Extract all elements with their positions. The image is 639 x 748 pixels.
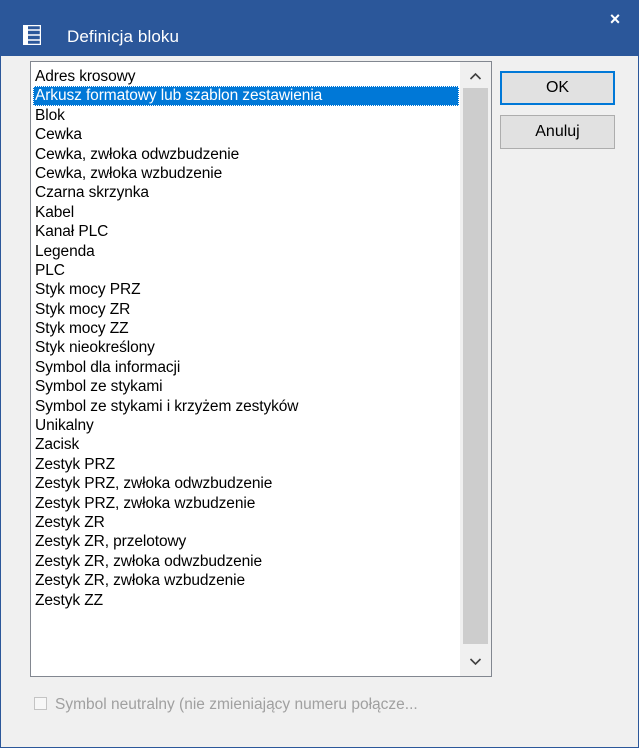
neutral-symbol-checkbox	[34, 697, 47, 710]
list-item[interactable]: Zestyk ZR, przelotowy	[33, 532, 459, 551]
list-item[interactable]: Legenda	[33, 242, 459, 261]
block-type-list: Adres krosowy Arkusz formatowy lub szablo…	[33, 67, 459, 610]
list-item[interactable]: Zacisk	[33, 435, 459, 454]
window-title: Definicja bloku	[67, 27, 180, 46]
list-item[interactable]: Zestyk PRZ, zwłoka odwzbudzenie	[33, 474, 459, 493]
neutral-symbol-label: Symbol neutralny (nie zmieniający numeru…	[55, 696, 418, 713]
scroll-down-button[interactable]	[460, 650, 491, 674]
vertical-scrollbar[interactable]	[460, 62, 491, 676]
list-item[interactable]: Cewka	[33, 125, 459, 144]
list-item[interactable]: Blok	[33, 106, 459, 125]
list-item[interactable]: Cewka, zwłoka odwzbudzenie	[33, 145, 459, 164]
list-item[interactable]: Adres krosowy	[33, 67, 459, 86]
list-item[interactable]: Zestyk ZR	[33, 513, 459, 532]
list-item[interactable]: Styk mocy ZR	[33, 300, 459, 319]
close-icon: ×	[609, 9, 621, 29]
list-item[interactable]: Kabel	[33, 203, 459, 222]
block-definition-icon	[23, 25, 41, 45]
list-item[interactable]: Kanał PLC	[33, 222, 459, 241]
cancel-button[interactable]: Anuluj	[500, 115, 615, 149]
list-item[interactable]: Zestyk ZR, zwłoka wzbudzenie	[33, 571, 459, 590]
list-item[interactable]: Czarna skrzynka	[33, 183, 459, 202]
scroll-up-button[interactable]	[460, 64, 491, 88]
list-item[interactable]: Styk nieokreślony	[33, 338, 459, 357]
chevron-up-icon	[469, 72, 482, 80]
block-type-listbox[interactable]: Adres krosowy Arkusz formatowy lub szablo…	[30, 61, 492, 677]
list-item[interactable]: Styk mocy ZZ	[33, 319, 459, 338]
ok-button[interactable]: OK	[500, 71, 615, 105]
list-item[interactable]: Symbol dla informacji	[33, 358, 459, 377]
list-item[interactable]: Zestyk ZZ	[33, 591, 459, 610]
list-item[interactable]: Cewka, zwłoka wzbudzenie	[33, 164, 459, 183]
list-item[interactable]: Symbol ze stykami	[33, 377, 459, 396]
list-item[interactable]: Zestyk ZR, zwłoka odwzbudzenie	[33, 552, 459, 571]
dialog-window: Definicja bloku × Adres krosowy Arkusz fo…	[0, 0, 639, 748]
list-item[interactable]: Zestyk PRZ, zwłoka wzbudzenie	[33, 494, 459, 513]
list-item[interactable]: Styk mocy PRZ	[33, 280, 459, 299]
list-item[interactable]: Unikalny	[33, 416, 459, 435]
scroll-thumb[interactable]	[463, 88, 488, 644]
list-item[interactable]: PLC	[33, 261, 459, 280]
list-item[interactable]: Symbol ze stykami i krzyżem zestyków	[33, 397, 459, 416]
list-item[interactable]: Zestyk PRZ	[33, 455, 459, 474]
chevron-down-icon	[469, 658, 482, 666]
list-item[interactable]: Arkusz formatowy lub szablon zestawienia	[33, 86, 459, 106]
close-button[interactable]: ×	[592, 1, 638, 37]
title-bar[interactable]: Definicja bloku ×	[1, 1, 638, 56]
